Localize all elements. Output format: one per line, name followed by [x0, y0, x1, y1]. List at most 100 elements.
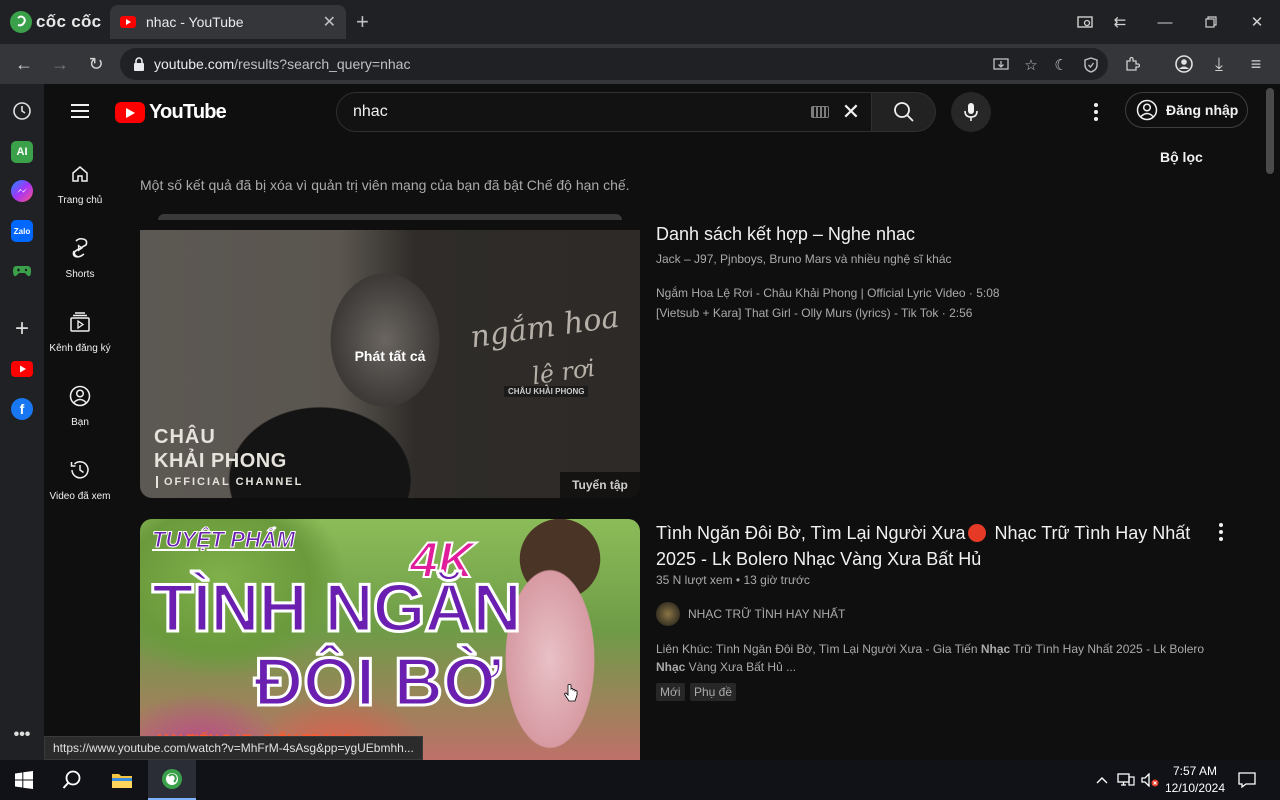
windows-start-icon[interactable] [0, 760, 48, 800]
signin-label: Đăng nhập [1166, 102, 1239, 118]
tab-search-icon[interactable]: ⇇ [1108, 10, 1132, 34]
video-title[interactable]: Tình Ngăn Đôi Bờ, Tìm Lại Người Xưa Nhạc… [656, 520, 1206, 572]
volume-muted-icon[interactable] [1138, 760, 1162, 800]
minimize-icon[interactable]: — [1153, 10, 1177, 34]
video-metadata: 35 N lượt xem • 13 giờ trước [656, 573, 810, 587]
youtube-page: YouTube nhac ✕ Đăng nhập Trang chủ Short… [44, 84, 1280, 760]
account-icon [1136, 99, 1158, 121]
extensions-icon[interactable] [1120, 52, 1144, 76]
clock-date: 12/10/2024 [1164, 781, 1226, 795]
taskbar-search-icon[interactable] [48, 760, 96, 800]
coccoc-logo-icon [10, 11, 32, 33]
status-bar-url: https://www.youtube.com/watch?v=MhFrM-4s… [44, 736, 423, 760]
browser-toolbar: ← → ↻ youtube.com/results?search_query=n… [0, 44, 1280, 84]
game-controller-icon[interactable] [11, 260, 33, 282]
tray-chevron-icon[interactable] [1090, 760, 1114, 800]
messenger-icon[interactable] [11, 180, 33, 202]
back-icon[interactable]: ← [12, 52, 36, 76]
network-icon[interactable] [1114, 760, 1138, 800]
history-icon[interactable] [11, 100, 33, 122]
ai-assistant-icon[interactable]: AI [11, 141, 33, 163]
new-tab-icon[interactable]: + [356, 10, 369, 34]
guide-label-you: Bạn [71, 417, 89, 428]
add-sidebar-app-icon[interactable]: + [11, 315, 33, 342]
filter-button[interactable]: Bộ lọc [1160, 149, 1203, 165]
video-action-menu-icon[interactable] [1209, 520, 1233, 544]
taskbar-coccoc-icon[interactable] [148, 760, 196, 800]
zalo-icon[interactable]: Zalo [11, 220, 33, 242]
guide-label-shorts: Shorts [65, 269, 95, 280]
clock-time: 7:57 AM [1172, 764, 1218, 778]
youtube-sidebar-icon[interactable] [11, 358, 33, 380]
windows-taskbar: 7:57 AM 12/10/2024 [0, 760, 1280, 800]
search-box[interactable]: nhac ✕ [336, 92, 872, 132]
hand-cursor-icon [564, 684, 578, 702]
video-thumbnail[interactable]: TUYỆT PHẨM 4K TÌNH NGĂN ĐÔI BỜ MAI TIẾN … [140, 519, 640, 760]
signin-button[interactable]: Đăng nhập [1125, 92, 1248, 128]
guide-item-home[interactable]: Trang chủ [44, 162, 116, 236]
facebook-icon[interactable]: f [11, 398, 33, 420]
search-button[interactable] [872, 92, 936, 132]
notifications-icon[interactable] [1230, 760, 1264, 800]
mix-track-2[interactable]: [Vietsub + Kara] That Girl - Olly Murs (… [656, 306, 972, 320]
desc-highlight-1: Nhạc [980, 642, 1011, 656]
guide-item-you[interactable]: Bạn [44, 384, 116, 458]
guide-label-home: Trang chủ [57, 195, 103, 206]
bookmark-star-icon[interactable]: ☆ [1022, 56, 1040, 74]
desc-highlight-2: Nhạc [656, 660, 686, 674]
ai-assistant-label: AI [16, 146, 28, 158]
youtube-logo-icon [115, 102, 145, 123]
sidebar-more-icon[interactable]: ••• [11, 724, 33, 746]
channel-name[interactable]: NHẠC TRỮ TÌNH HAY NHẤT [688, 607, 845, 621]
close-window-icon[interactable]: ✕ [1245, 10, 1269, 34]
url-text[interactable]: youtube.com/results?search_query=nhac [154, 56, 410, 72]
shield-icon[interactable] [1082, 56, 1100, 74]
forward-icon[interactable]: → [48, 52, 72, 76]
mix-track-1[interactable]: Ngắm Hoa Lệ Rơi - Châu Khải Phong | Offi… [656, 286, 1000, 300]
you-icon [68, 384, 92, 408]
address-bar[interactable]: youtube.com/results?search_query=nhac ☆ … [120, 48, 1108, 80]
mix-thumbnail[interactable]: ngắm hoa lệ rơi CHÂU KHẢI PHONG CHÂU KHẢ… [140, 214, 640, 498]
voice-search-button[interactable] [951, 92, 991, 132]
search-input[interactable]: nhac [353, 103, 811, 121]
thumb-text-4: ĐÔI BỜ [253, 643, 503, 722]
tab-title: nhac - YouTube [146, 14, 244, 30]
youtube-favicon-icon [120, 16, 136, 28]
browser-brand[interactable]: cốc cốc [10, 10, 101, 34]
browser-menu-icon[interactable]: ≡ [1244, 52, 1268, 76]
subscriptions-icon [68, 310, 92, 334]
channel-avatar[interactable] [656, 602, 680, 626]
lock-icon[interactable] [130, 55, 148, 73]
youtube-logo-text: YouTube [149, 101, 227, 123]
url-path: /results?search_query=nhac [234, 56, 411, 72]
dark-mode-icon[interactable]: ☾ [1052, 56, 1070, 74]
shorts-icon [68, 236, 92, 260]
home-icon [68, 162, 92, 186]
file-explorer-icon[interactable] [98, 760, 146, 800]
profile-icon[interactable] [1172, 52, 1196, 76]
search-icon [893, 102, 914, 122]
tab-youtube[interactable]: nhac - YouTube ✕ [110, 5, 346, 39]
guide-item-shorts[interactable]: Shorts [44, 236, 116, 310]
stop-sign-emoji-icon [967, 524, 986, 542]
guide-item-subscriptions[interactable]: Kênh đăng ký [44, 310, 116, 384]
clear-search-icon[interactable]: ✕ [839, 100, 863, 124]
mix-title[interactable]: Danh sách kết hợp – Nghe nhac [656, 224, 915, 245]
settings-more-icon[interactable] [1084, 100, 1108, 124]
reload-icon[interactable]: ↻ [84, 52, 108, 76]
downloads-icon[interactable]: ⤓ [1207, 52, 1231, 76]
screen-capture-icon[interactable] [1073, 10, 1097, 34]
guide-item-history[interactable]: Video đã xem [44, 458, 116, 532]
maximize-icon[interactable] [1199, 10, 1223, 34]
guide-menu-icon[interactable] [68, 100, 92, 124]
microphone-icon [964, 103, 978, 121]
page-scrollbar[interactable] [1266, 88, 1274, 174]
play-all-overlay[interactable]: Phát tất cả [140, 214, 640, 498]
mix-badge: Tuyển tập [560, 472, 640, 498]
install-app-icon[interactable] [992, 56, 1010, 74]
desc-text-3: Vàng Xưa Bất Hủ ... [685, 660, 797, 674]
youtube-logo[interactable]: YouTube [115, 101, 227, 124]
tab-close-icon[interactable]: ✕ [323, 12, 336, 32]
taskbar-clock[interactable]: 7:57 AM 12/10/2024 [1162, 763, 1228, 797]
keyboard-icon[interactable] [811, 106, 829, 118]
